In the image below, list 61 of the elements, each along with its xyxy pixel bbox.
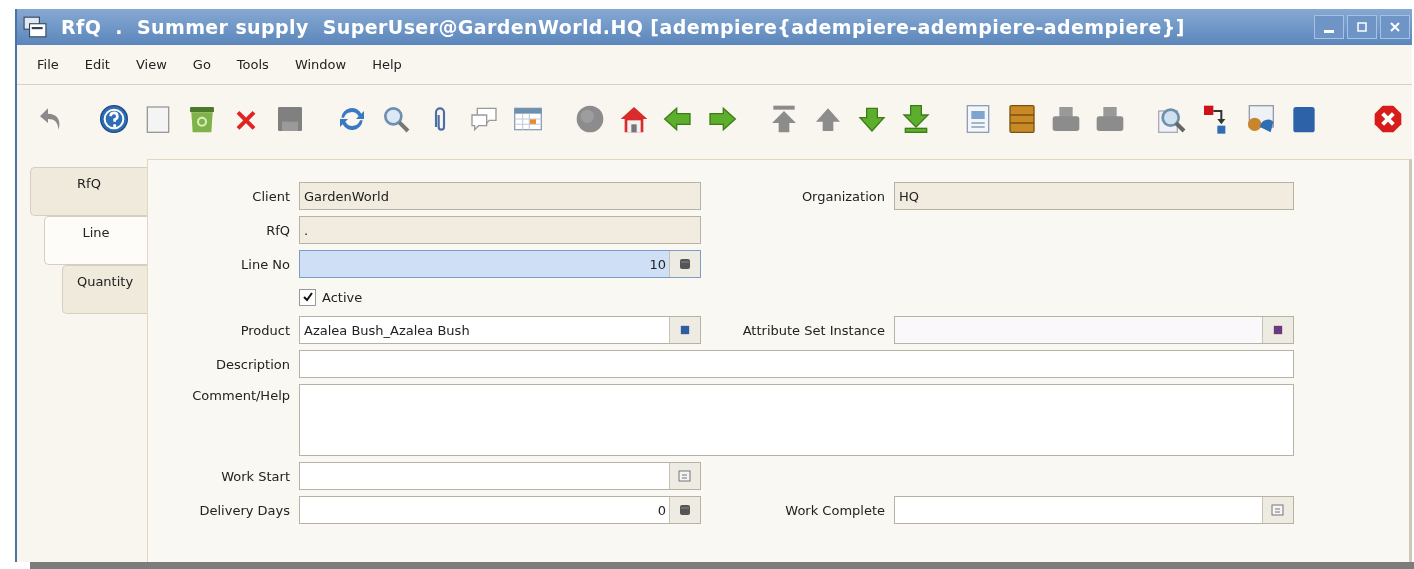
field-label: Client: [252, 188, 290, 204]
field-label: Product: [240, 322, 290, 338]
window-title: RfQ . Summer supply SuperUser@GardenWorld.HQ [adempiere{adempiere-adempiere-adempiere}]: [61, 16, 1186, 38]
square-icon: [680, 325, 690, 335]
close-button[interactable]: [1380, 15, 1410, 39]
menu-item[interactable]: Tools: [236, 57, 269, 72]
field-label: Attribute Set Instance: [742, 322, 885, 338]
text-field[interactable]: GardenWorld: [299, 182, 701, 210]
calculator-icon: [679, 504, 691, 516]
last-record-icon[interactable]: [900, 102, 932, 135]
field-label: RfQ: [266, 222, 290, 238]
calendar-icon: [678, 470, 692, 482]
tab[interactable]: RfQ: [30, 167, 147, 216]
checkbox-label[interactable]: Active: [322, 289, 363, 305]
tab[interactable]: Line: [44, 216, 147, 265]
number-field[interactable]: 10: [299, 250, 701, 278]
date-field[interactable]: [299, 462, 701, 490]
field-label: Organization: [801, 188, 885, 204]
text-field[interactable]: .: [299, 216, 701, 244]
calendar-icon: [1271, 504, 1285, 516]
text-field[interactable]: [299, 350, 1294, 378]
minimize-icon: [1324, 29, 1334, 33]
square-icon: [1273, 325, 1283, 335]
tab[interactable]: Quantity: [62, 265, 147, 314]
calculator-button[interactable]: [669, 497, 700, 523]
menu-item[interactable]: Edit: [84, 57, 110, 72]
field-value: 0: [656, 502, 666, 518]
attribute-field[interactable]: [894, 316, 1294, 344]
maximize-icon: [1356, 21, 1368, 33]
cabinet-icon[interactable]: [1006, 102, 1038, 135]
close-icon: [1389, 21, 1401, 33]
field-value: GardenWorld: [304, 188, 390, 204]
checkbox[interactable]: [299, 288, 316, 306]
field-label: Line No: [241, 256, 290, 272]
field-label: Delivery Days: [199, 502, 290, 518]
field-value: .: [304, 222, 310, 238]
menu-item[interactable]: Go: [192, 57, 211, 72]
search-field[interactable]: Azalea Bush_Azalea Bush: [299, 316, 701, 344]
lookup-button[interactable]: [1262, 317, 1293, 343]
menu-item[interactable]: File: [37, 57, 59, 72]
date-field[interactable]: [894, 496, 1294, 524]
number-field[interactable]: 0: [299, 496, 701, 524]
menu-item[interactable]: Window: [294, 57, 347, 72]
text-area[interactable]: [299, 384, 1294, 456]
text-field[interactable]: HQ: [894, 182, 1294, 210]
field-label: Work Complete: [785, 502, 885, 518]
field-value: HQ: [899, 188, 920, 204]
field-label: Description: [215, 356, 290, 372]
field-value: Azalea Bush_Azalea Bush: [304, 322, 471, 338]
field-label: Comment/Help: [192, 387, 290, 403]
calculator-icon: [679, 258, 691, 270]
window-icon: [23, 16, 47, 38]
menu-item[interactable]: Help: [372, 57, 402, 72]
field-value: 10: [648, 256, 666, 272]
calculator-button[interactable]: [669, 251, 700, 277]
menu-item[interactable]: View: [135, 57, 167, 72]
lookup-button[interactable]: [669, 317, 700, 343]
minimize-button[interactable]: [1314, 15, 1344, 39]
help-icon[interactable]: [98, 102, 130, 135]
maximize-button[interactable]: [1347, 15, 1377, 39]
field-label: Work Start: [221, 468, 290, 484]
